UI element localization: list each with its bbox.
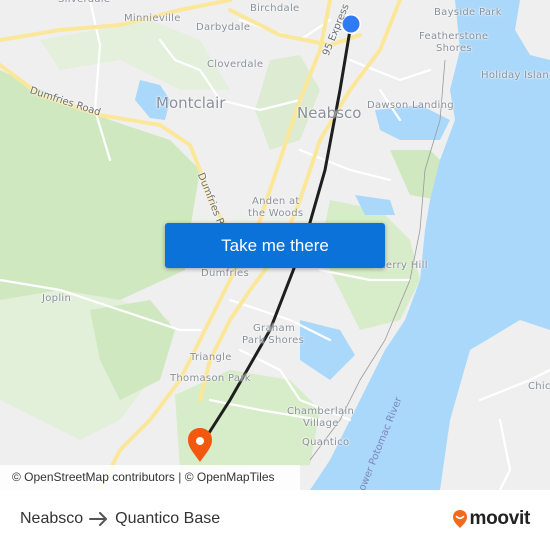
place-label: Silverdale	[58, 0, 110, 6]
omt-attribution-link[interactable]: © OpenMapTiles	[185, 470, 275, 484]
attribution-separator: |	[178, 470, 182, 484]
destination-name: Quantico Base	[115, 510, 221, 527]
place-label: Park Shores	[242, 335, 305, 346]
place-label: Minnieville	[124, 13, 181, 24]
moovit-pin-icon	[452, 510, 467, 528]
origin-name: Neabsco	[20, 510, 84, 527]
place-label: Graham	[253, 323, 295, 334]
place-label: Darbydale	[196, 22, 251, 33]
map-attribution: © OpenStreetMap contributors | © OpenMap…	[0, 465, 300, 490]
place-label: Neabsco	[297, 104, 362, 122]
place-label: Chic	[528, 381, 550, 392]
place-label: Montclair	[156, 94, 226, 112]
take-me-there-button[interactable]: Take me there	[165, 223, 385, 268]
place-label: Shores	[436, 43, 472, 54]
place-label: Dawson Landing	[367, 100, 454, 111]
place-label: Triangle	[190, 352, 232, 363]
place-label: Village	[303, 418, 339, 429]
place-label: Joplin	[42, 293, 72, 304]
place-label: Dumfries	[201, 268, 249, 279]
place-label: the Woods	[248, 208, 304, 219]
osm-attribution-link[interactable]: © OpenStreetMap contributors	[12, 470, 175, 484]
place-label: Holiday Island	[481, 70, 550, 81]
moovit-wordmark: moovit	[469, 508, 531, 529]
place-label: Quantico	[302, 437, 350, 448]
place-label: Cloverdale	[207, 59, 264, 70]
place-label: Chamberlain	[287, 406, 355, 417]
arrow-right-icon	[89, 512, 108, 526]
place-label: Birchdale	[250, 3, 300, 14]
route-title: Neabsco Quantico Base	[20, 510, 220, 528]
place-label: Bayside Park	[434, 7, 502, 18]
moovit-logo: moovit	[452, 508, 530, 530]
place-label: Anden at	[252, 196, 300, 207]
footer: Neabsco Quantico Base moovit	[0, 490, 550, 550]
map[interactable]: Silverdale Minnieville Birchdale Darbyda…	[0, 0, 550, 490]
place-label: Thomason Park	[170, 373, 251, 384]
place-label: Featherstone	[419, 31, 489, 42]
